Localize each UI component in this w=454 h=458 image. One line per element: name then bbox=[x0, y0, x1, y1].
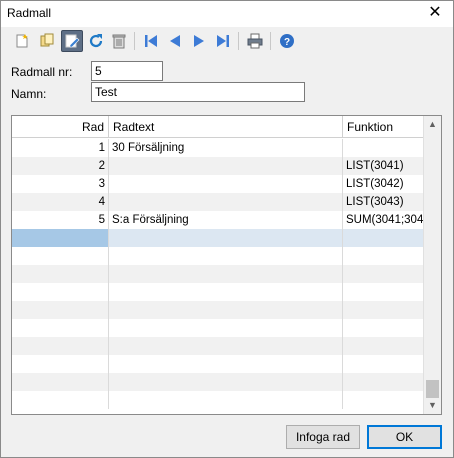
print-icon[interactable] bbox=[244, 30, 266, 52]
cell-rad[interactable] bbox=[12, 355, 109, 373]
radmall-nr-label: Radmall nr: bbox=[11, 65, 73, 79]
cell-rad[interactable] bbox=[12, 265, 109, 283]
cell-rad[interactable] bbox=[12, 391, 109, 409]
cell-funktion[interactable] bbox=[343, 373, 423, 391]
row-template-grid[interactable]: Rad Radtext Funktion 1 30 Försäljning 2 LIS… bbox=[11, 115, 442, 415]
delete-icon[interactable] bbox=[108, 30, 130, 52]
cell-rad[interactable] bbox=[12, 247, 109, 265]
help-icon[interactable]: ? bbox=[276, 30, 298, 52]
cell-radtext[interactable] bbox=[109, 193, 343, 211]
table-row[interactable] bbox=[12, 229, 423, 247]
cell-radtext[interactable] bbox=[109, 265, 343, 283]
cell-rad[interactable] bbox=[12, 301, 109, 319]
cell-radtext[interactable] bbox=[109, 319, 343, 337]
table-row[interactable] bbox=[12, 283, 423, 301]
cell-radtext[interactable] bbox=[109, 337, 343, 355]
cell-rad[interactable]: 1 bbox=[12, 139, 109, 157]
cell-radtext[interactable] bbox=[109, 175, 343, 193]
cell-radtext[interactable]: S:a Försäljning bbox=[109, 211, 343, 229]
cell-radtext[interactable] bbox=[109, 229, 343, 247]
toolbar: ? bbox=[1, 27, 453, 55]
next-record-icon[interactable] bbox=[188, 30, 210, 52]
ok-button[interactable]: OK bbox=[367, 425, 442, 449]
cell-funktion[interactable] bbox=[343, 229, 423, 247]
column-header-rad[interactable]: Rad bbox=[12, 116, 109, 138]
table-row[interactable]: 4 LIST(3043) bbox=[12, 193, 423, 211]
cell-rad[interactable] bbox=[12, 229, 109, 247]
table-row[interactable] bbox=[12, 265, 423, 283]
svg-text:?: ? bbox=[284, 37, 290, 48]
cell-funktion[interactable] bbox=[343, 391, 423, 409]
cell-funktion[interactable]: LIST(3041) bbox=[343, 157, 423, 175]
namn-field[interactable]: Test bbox=[91, 82, 305, 102]
previous-record-icon[interactable] bbox=[164, 30, 186, 52]
table-row[interactable] bbox=[12, 391, 423, 409]
namn-label: Namn: bbox=[11, 87, 47, 101]
cell-rad[interactable] bbox=[12, 319, 109, 337]
cell-radtext[interactable]: 30 Försäljning bbox=[109, 139, 343, 157]
cell-funktion[interactable]: SUM(3041;3043) bbox=[343, 211, 423, 229]
cell-radtext[interactable] bbox=[109, 157, 343, 175]
last-record-icon[interactable] bbox=[212, 30, 234, 52]
table-row[interactable]: 1 30 Försäljning bbox=[12, 139, 423, 157]
cell-funktion[interactable] bbox=[343, 247, 423, 265]
grid-header: Rad Radtext Funktion bbox=[12, 116, 423, 138]
cell-radtext[interactable] bbox=[109, 283, 343, 301]
radmall-dialog: Radmall ✕ ? Radmall nr: 5 Namn: Test Rad… bbox=[0, 0, 454, 458]
scrollbar-thumb[interactable] bbox=[426, 380, 439, 398]
table-row[interactable] bbox=[12, 337, 423, 355]
scroll-up-icon[interactable]: ▲ bbox=[424, 116, 441, 133]
cell-rad[interactable] bbox=[12, 337, 109, 355]
insert-row-button[interactable]: Infoga rad bbox=[286, 425, 360, 449]
cell-radtext[interactable] bbox=[109, 373, 343, 391]
cell-rad[interactable]: 3 bbox=[12, 175, 109, 193]
table-row[interactable]: 3 LIST(3042) bbox=[12, 175, 423, 193]
table-row[interactable] bbox=[12, 355, 423, 373]
cell-funktion[interactable]: LIST(3042) bbox=[343, 175, 423, 193]
toolbar-separator bbox=[134, 32, 135, 50]
first-record-icon[interactable] bbox=[140, 30, 162, 52]
cell-funktion[interactable] bbox=[343, 283, 423, 301]
table-row[interactable] bbox=[12, 319, 423, 337]
cell-radtext[interactable] bbox=[109, 247, 343, 265]
new-icon[interactable] bbox=[11, 30, 33, 52]
cell-funktion[interactable] bbox=[343, 319, 423, 337]
cell-funktion[interactable] bbox=[343, 355, 423, 373]
vertical-scrollbar[interactable]: ▲ ▼ bbox=[423, 116, 441, 414]
table-row[interactable] bbox=[12, 301, 423, 319]
refresh-icon[interactable] bbox=[85, 30, 107, 52]
cell-radtext[interactable] bbox=[109, 301, 343, 319]
copy-icon[interactable] bbox=[36, 30, 58, 52]
close-icon[interactable]: ✕ bbox=[427, 5, 443, 21]
table-row[interactable]: 5S:a FörsäljningSUM(3041;3043) bbox=[12, 211, 423, 229]
scroll-down-icon[interactable]: ▼ bbox=[424, 397, 441, 414]
cell-funktion[interactable] bbox=[343, 301, 423, 319]
cell-funktion[interactable]: LIST(3043) bbox=[343, 193, 423, 211]
cell-funktion[interactable] bbox=[343, 265, 423, 283]
cell-radtext[interactable] bbox=[109, 391, 343, 409]
toolbar-separator bbox=[270, 32, 271, 50]
table-row[interactable] bbox=[12, 247, 423, 265]
table-row[interactable] bbox=[12, 373, 423, 391]
cell-rad[interactable]: 5 bbox=[12, 211, 109, 229]
window-title: Radmall bbox=[7, 6, 52, 20]
column-header-funktion[interactable]: Funktion bbox=[343, 116, 423, 138]
cell-radtext[interactable] bbox=[109, 355, 343, 373]
toolbar-separator bbox=[238, 32, 239, 50]
title-bar: Radmall ✕ bbox=[1, 1, 453, 27]
table-row[interactable]: 2 LIST(3041) bbox=[12, 157, 423, 175]
cell-funktion[interactable] bbox=[343, 139, 423, 157]
cell-rad[interactable]: 2 bbox=[12, 157, 109, 175]
edit-icon[interactable] bbox=[61, 30, 83, 52]
radmall-nr-field[interactable]: 5 bbox=[91, 61, 163, 81]
cell-rad[interactable] bbox=[12, 283, 109, 301]
cell-rad[interactable] bbox=[12, 373, 109, 391]
column-header-radtext[interactable]: Radtext bbox=[109, 116, 343, 138]
cell-funktion[interactable] bbox=[343, 337, 423, 355]
cell-rad[interactable]: 4 bbox=[12, 193, 109, 211]
